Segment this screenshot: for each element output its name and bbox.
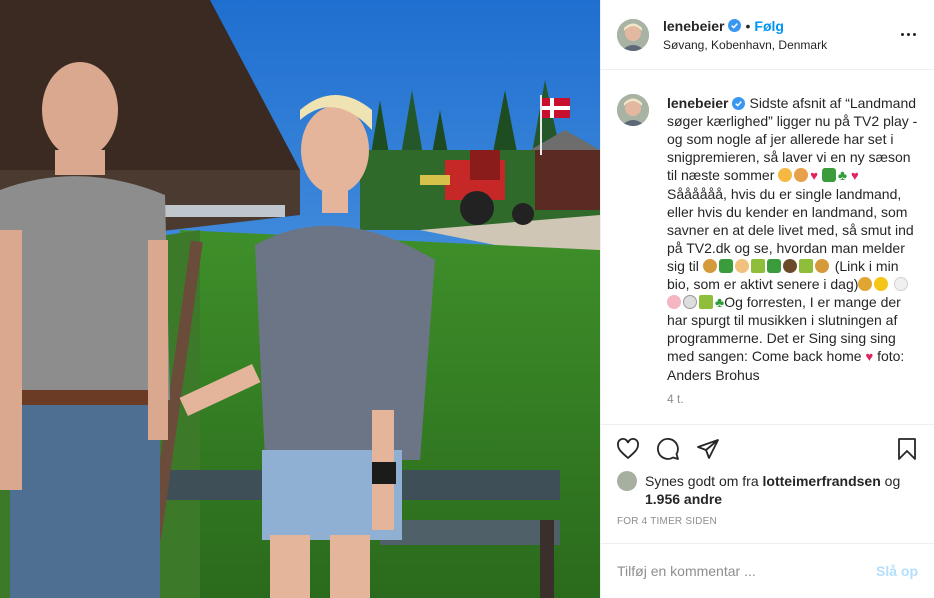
comment-form: Slå op (601, 543, 934, 598)
person-emoji-icon (782, 259, 797, 273)
caption-time[interactable]: 4 t. (667, 392, 918, 406)
separator-dot: • (745, 17, 751, 34)
tractor-emoji-icon (766, 259, 781, 273)
pig-emoji-icon (667, 295, 681, 309)
tractor-emoji-icon (718, 259, 733, 273)
like-heart-icon[interactable] (615, 436, 641, 462)
caption-username[interactable]: lenebeier (667, 95, 728, 111)
instagram-post-modal: lenebeier • Følg Søvang, Kobenhavn, Denm… (0, 0, 934, 598)
follow-button[interactable]: Følg (754, 18, 784, 34)
post-comment-button[interactable]: Slå op (876, 563, 918, 579)
person-emoji-icon (734, 259, 749, 273)
share-icon[interactable] (695, 436, 721, 462)
header-user-row: lenebeier • Følg (663, 18, 896, 34)
author-avatar[interactable] (617, 18, 649, 51)
wheat-emoji-icon (750, 259, 765, 273)
post-timestamp[interactable]: FOR 4 TIMER SIDEN (601, 508, 934, 527)
comment-input[interactable] (617, 563, 876, 579)
wheat-emoji-icon (699, 295, 713, 309)
more-dot (912, 33, 916, 36)
comment-glyph (657, 437, 679, 460)
smiling-face-emoji-icon (778, 168, 793, 182)
likes-summary: Synes godt om fra lotteimerfrandsen og 1… (601, 471, 934, 508)
save-glyph (898, 437, 916, 460)
caption: lenebeier Sidste afsnit af “Landmand søge… (617, 94, 918, 384)
post-header: lenebeier • Følg Søvang, Kobenhavn, Denm… (601, 0, 934, 70)
verified-icon (728, 19, 742, 32)
caption-author-avatar[interactable] (617, 94, 649, 126)
author-username[interactable]: lenebeier (663, 18, 724, 34)
like-heart-glyph (617, 437, 639, 459)
post-location[interactable]: Søvang, Kobenhavn, Denmark (663, 38, 896, 52)
avatar-image (617, 18, 649, 51)
action-bar (601, 424, 934, 472)
post-sidebar: lenebeier • Følg Søvang, Kobenhavn, Denm… (600, 0, 934, 598)
wheat-emoji-icon (798, 259, 813, 273)
red-heart-emoji-icon: ♥ (850, 168, 859, 183)
sun-emoji-icon (874, 277, 889, 291)
farmer-emoji-icon (702, 259, 717, 273)
post-photo[interactable] (0, 0, 600, 598)
clover-emoji-icon: ♣ (715, 294, 725, 310)
more-dot (900, 33, 904, 36)
rooster-emoji-icon (894, 277, 909, 291)
tractor-emoji-icon (821, 168, 836, 182)
caption-text: lenebeier Sidste afsnit af “Landmand søge… (667, 94, 918, 384)
likes-prefix: Synes godt om fra (645, 473, 759, 489)
comments-area[interactable]: lenebeier Sidste afsnit af “Landmand søge… (601, 70, 934, 424)
red-heart-emoji-icon: ♥ (810, 168, 818, 183)
comment-icon[interactable] (655, 436, 681, 462)
likes-text: Synes godt om fra lotteimerfrandsen og 1… (645, 472, 918, 508)
likes-joiner: og (884, 473, 901, 489)
first-liker-username[interactable]: lotteimerfrandsen (763, 473, 881, 489)
sunflower-emoji-icon (858, 277, 873, 291)
clover-emoji-icon: ♣ (837, 167, 848, 183)
more-options-icon[interactable] (896, 23, 920, 47)
couple-emoji-icon (794, 168, 809, 182)
more-dot (906, 33, 910, 36)
header-text: lenebeier • Følg Søvang, Kobenhavn, Denm… (663, 18, 896, 52)
liker-avatar[interactable] (617, 471, 637, 491)
other-likers-link[interactable]: 1.956 andre (645, 491, 722, 507)
avatar-image (617, 94, 649, 126)
save-icon[interactable] (894, 436, 920, 462)
verified-icon (732, 97, 746, 110)
red-heart-emoji-icon: ♥ (865, 349, 874, 364)
share-glyph (697, 438, 719, 459)
cow-emoji-icon (683, 295, 697, 309)
post-photo-image (0, 0, 600, 598)
farmer-emoji-icon (814, 259, 829, 273)
